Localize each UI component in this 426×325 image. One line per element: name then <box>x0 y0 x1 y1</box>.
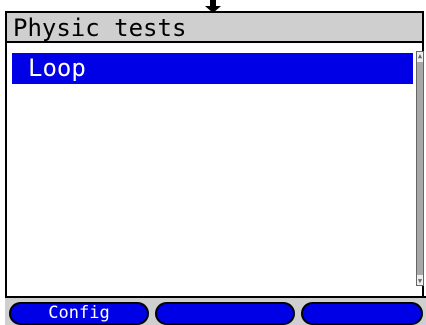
menu-list: Loop ▲ ▼ <box>5 43 424 296</box>
page-title: Physic tests <box>13 14 187 42</box>
scrollbar[interactable]: ▲ ▼ <box>416 51 424 286</box>
device-screen: Physic tests Loop ▲ ▼ Config <box>5 11 426 325</box>
title-bar: Physic tests <box>5 11 424 43</box>
menu-item-loop[interactable]: Loop <box>12 53 413 84</box>
menu-item-label: Loop <box>28 54 86 82</box>
scroll-down-arrow-icon[interactable]: ▼ <box>417 277 423 285</box>
softkey-3[interactable] <box>301 302 423 325</box>
softkey-2[interactable] <box>155 302 295 325</box>
softkey-bar: Config <box>5 296 426 325</box>
scroll-up-arrow-icon[interactable]: ▲ <box>417 52 423 60</box>
scroll-thumb[interactable] <box>417 62 423 275</box>
config-softkey[interactable]: Config <box>9 302 149 325</box>
